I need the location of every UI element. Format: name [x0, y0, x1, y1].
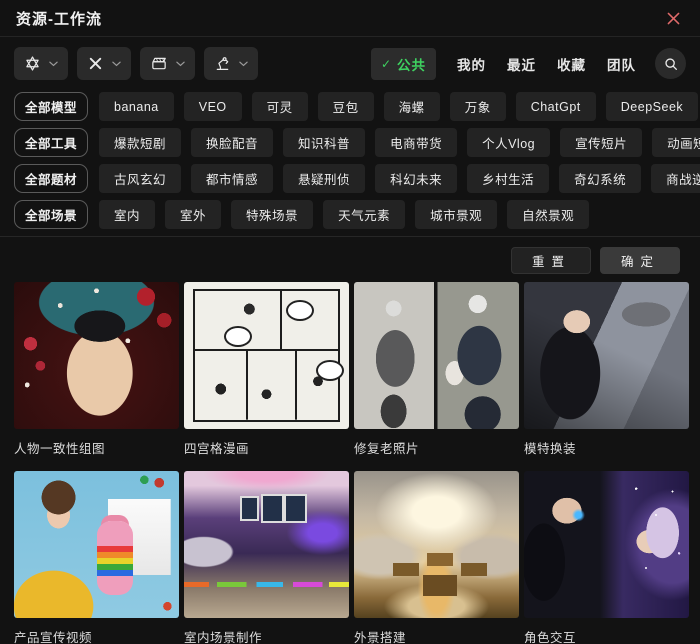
filter-row: 全部工具 爆款短剧换脸配音知识科普电商带货个人Vlog宣传短片动画短片教育课程 [14, 128, 686, 157]
actions-row: 重置 确定 [0, 237, 700, 282]
card-thumb-product[interactable] [14, 471, 179, 618]
filter-tag[interactable]: 城市景观 [415, 200, 497, 229]
toolbar: ✓ 公共 我的 最近 收藏 团队 [0, 37, 700, 90]
chevron-down-icon [176, 61, 185, 67]
filter-section: 全部模型 bananaVEO可灵豆包海螺万象ChatGptDeepSeek千帆 … [0, 90, 700, 229]
filter-tag[interactable]: 悬疑刑侦 [283, 164, 365, 193]
template-gallery: 人物一致性组图 四宫格漫画 修复老照片 模特换装 产品宣传视频 室内场景制作 外… [0, 282, 700, 644]
card-thumb-restore[interactable] [354, 282, 519, 429]
template-card[interactable]: 角色交互 [524, 471, 689, 644]
filter-tag[interactable]: 都市情感 [191, 164, 273, 193]
video-dropdown[interactable] [140, 47, 195, 80]
filter-tag[interactable]: 特殊场景 [231, 200, 313, 229]
scope-tab-3[interactable]: 收藏 [557, 54, 586, 74]
filter-tag[interactable]: 个人Vlog [467, 128, 550, 157]
tag-group: bananaVEO可灵豆包海螺万象ChatGptDeepSeek千帆 [99, 92, 700, 121]
scope-tab-0[interactable]: ✓ 公共 [371, 48, 436, 80]
equipment-dropdown[interactable] [204, 47, 258, 80]
filter-tag[interactable]: 可灵 [252, 92, 308, 121]
filter-row: 全部场景 室内室外特殊场景天气元素城市景观自然景观 [14, 200, 686, 229]
category-button-2[interactable]: 全部题材 [14, 164, 88, 193]
filter-tag[interactable]: 自然景观 [507, 200, 589, 229]
card-caption: 四宫格漫画 [184, 438, 349, 457]
template-card[interactable]: 室内场景制作 [184, 471, 349, 644]
page-title: 资源-工作流 [16, 8, 102, 29]
filter-row: 全部题材 古风玄幻都市情感悬疑刑侦科幻未来乡村生活奇幻系统商战逆袭历史传奇 [14, 164, 686, 193]
model-dropdown[interactable] [14, 47, 68, 80]
filter-tag[interactable]: 换脸配音 [191, 128, 273, 157]
filter-tag[interactable]: 科幻未来 [375, 164, 457, 193]
template-card[interactable]: 外景搭建 [354, 471, 519, 644]
scope-group: ✓ 公共 我的 最近 收藏 团队 [371, 48, 686, 80]
search-icon [663, 56, 679, 72]
category-button-3[interactable]: 全部场景 [14, 200, 88, 229]
robot-arm-icon [214, 55, 231, 72]
reset-button[interactable]: 重置 [511, 247, 591, 274]
filter-tag[interactable]: 奇幻系统 [559, 164, 641, 193]
filter-tag[interactable]: 宣传短片 [560, 128, 642, 157]
template-card[interactable]: 人物一致性组图 [14, 282, 179, 457]
check-icon: ✓ [381, 58, 392, 70]
card-caption: 模特换装 [524, 438, 689, 457]
filter-tag[interactable]: 室外 [165, 200, 221, 229]
scope-tab-4[interactable]: 团队 [607, 54, 636, 74]
card-caption: 角色交互 [524, 627, 689, 644]
template-card[interactable]: 产品宣传视频 [14, 471, 179, 644]
category-button-0[interactable]: 全部模型 [14, 92, 88, 121]
filter-tag[interactable]: 海螺 [384, 92, 440, 121]
filter-tag[interactable]: 动画短片 [652, 128, 700, 157]
filter-tag[interactable]: 爆款短剧 [99, 128, 181, 157]
filter-tag[interactable]: 知识科普 [283, 128, 365, 157]
card-caption: 人物一致性组图 [14, 438, 179, 457]
clapperboard-icon [150, 55, 168, 72]
close-button[interactable] [662, 7, 684, 29]
card-caption: 外景搭建 [354, 627, 519, 644]
filter-tag[interactable]: banana [99, 92, 174, 121]
filter-tag[interactable]: 天气元素 [323, 200, 405, 229]
filter-tag[interactable]: ChatGpt [516, 92, 596, 121]
card-caption: 室内场景制作 [184, 627, 349, 644]
tools-dropdown[interactable] [77, 47, 131, 80]
card-thumb-model[interactable] [524, 282, 689, 429]
scope-tab-1[interactable]: 我的 [457, 54, 486, 74]
search-button[interactable] [655, 48, 686, 79]
filter-tag[interactable]: DeepSeek [606, 92, 698, 121]
card-caption: 修复老照片 [354, 438, 519, 457]
resource-workflow-dialog: 资源-工作流 [0, 0, 700, 644]
filter-tag[interactable]: 商战逆袭 [651, 164, 700, 193]
chevron-down-icon [239, 61, 248, 67]
scope-tab-2[interactable]: 最近 [507, 54, 536, 74]
card-thumb-room[interactable] [184, 471, 349, 618]
template-card[interactable]: 四宫格漫画 [184, 282, 349, 457]
card-thumb-comic[interactable] [184, 282, 349, 429]
filter-row: 全部模型 bananaVEO可灵豆包海螺万象ChatGptDeepSeek千帆 [14, 92, 686, 121]
filter-tag[interactable]: 万象 [450, 92, 506, 121]
tag-group: 室内室外特殊场景天气元素城市景观自然景观 [99, 200, 589, 229]
openai-icon [24, 55, 41, 72]
card-thumb-sky[interactable] [354, 471, 519, 618]
category-button-1[interactable]: 全部工具 [14, 128, 88, 157]
close-icon [665, 10, 682, 27]
filter-tag[interactable]: 乡村生活 [467, 164, 549, 193]
pen-tools-icon [87, 55, 104, 72]
template-card[interactable]: 修复老照片 [354, 282, 519, 457]
chevron-down-icon [49, 61, 58, 67]
filter-tag[interactable]: 古风玄幻 [99, 164, 181, 193]
card-thumb-couple[interactable] [524, 471, 689, 618]
template-card[interactable]: 模特换装 [524, 282, 689, 457]
card-thumb-opera[interactable] [14, 282, 179, 429]
tag-group: 爆款短剧换脸配音知识科普电商带货个人Vlog宣传短片动画短片教育课程 [99, 128, 700, 157]
filter-tag[interactable]: 豆包 [318, 92, 374, 121]
tag-group: 古风玄幻都市情感悬疑刑侦科幻未来乡村生活奇幻系统商战逆袭历史传奇 [99, 164, 700, 193]
confirm-button[interactable]: 确定 [600, 247, 680, 274]
titlebar: 资源-工作流 [0, 0, 700, 37]
chevron-down-icon [112, 61, 121, 67]
filter-tag[interactable]: 电商带货 [375, 128, 457, 157]
filter-tag[interactable]: VEO [184, 92, 242, 121]
card-caption: 产品宣传视频 [14, 627, 179, 644]
filter-tag[interactable]: 室内 [99, 200, 155, 229]
